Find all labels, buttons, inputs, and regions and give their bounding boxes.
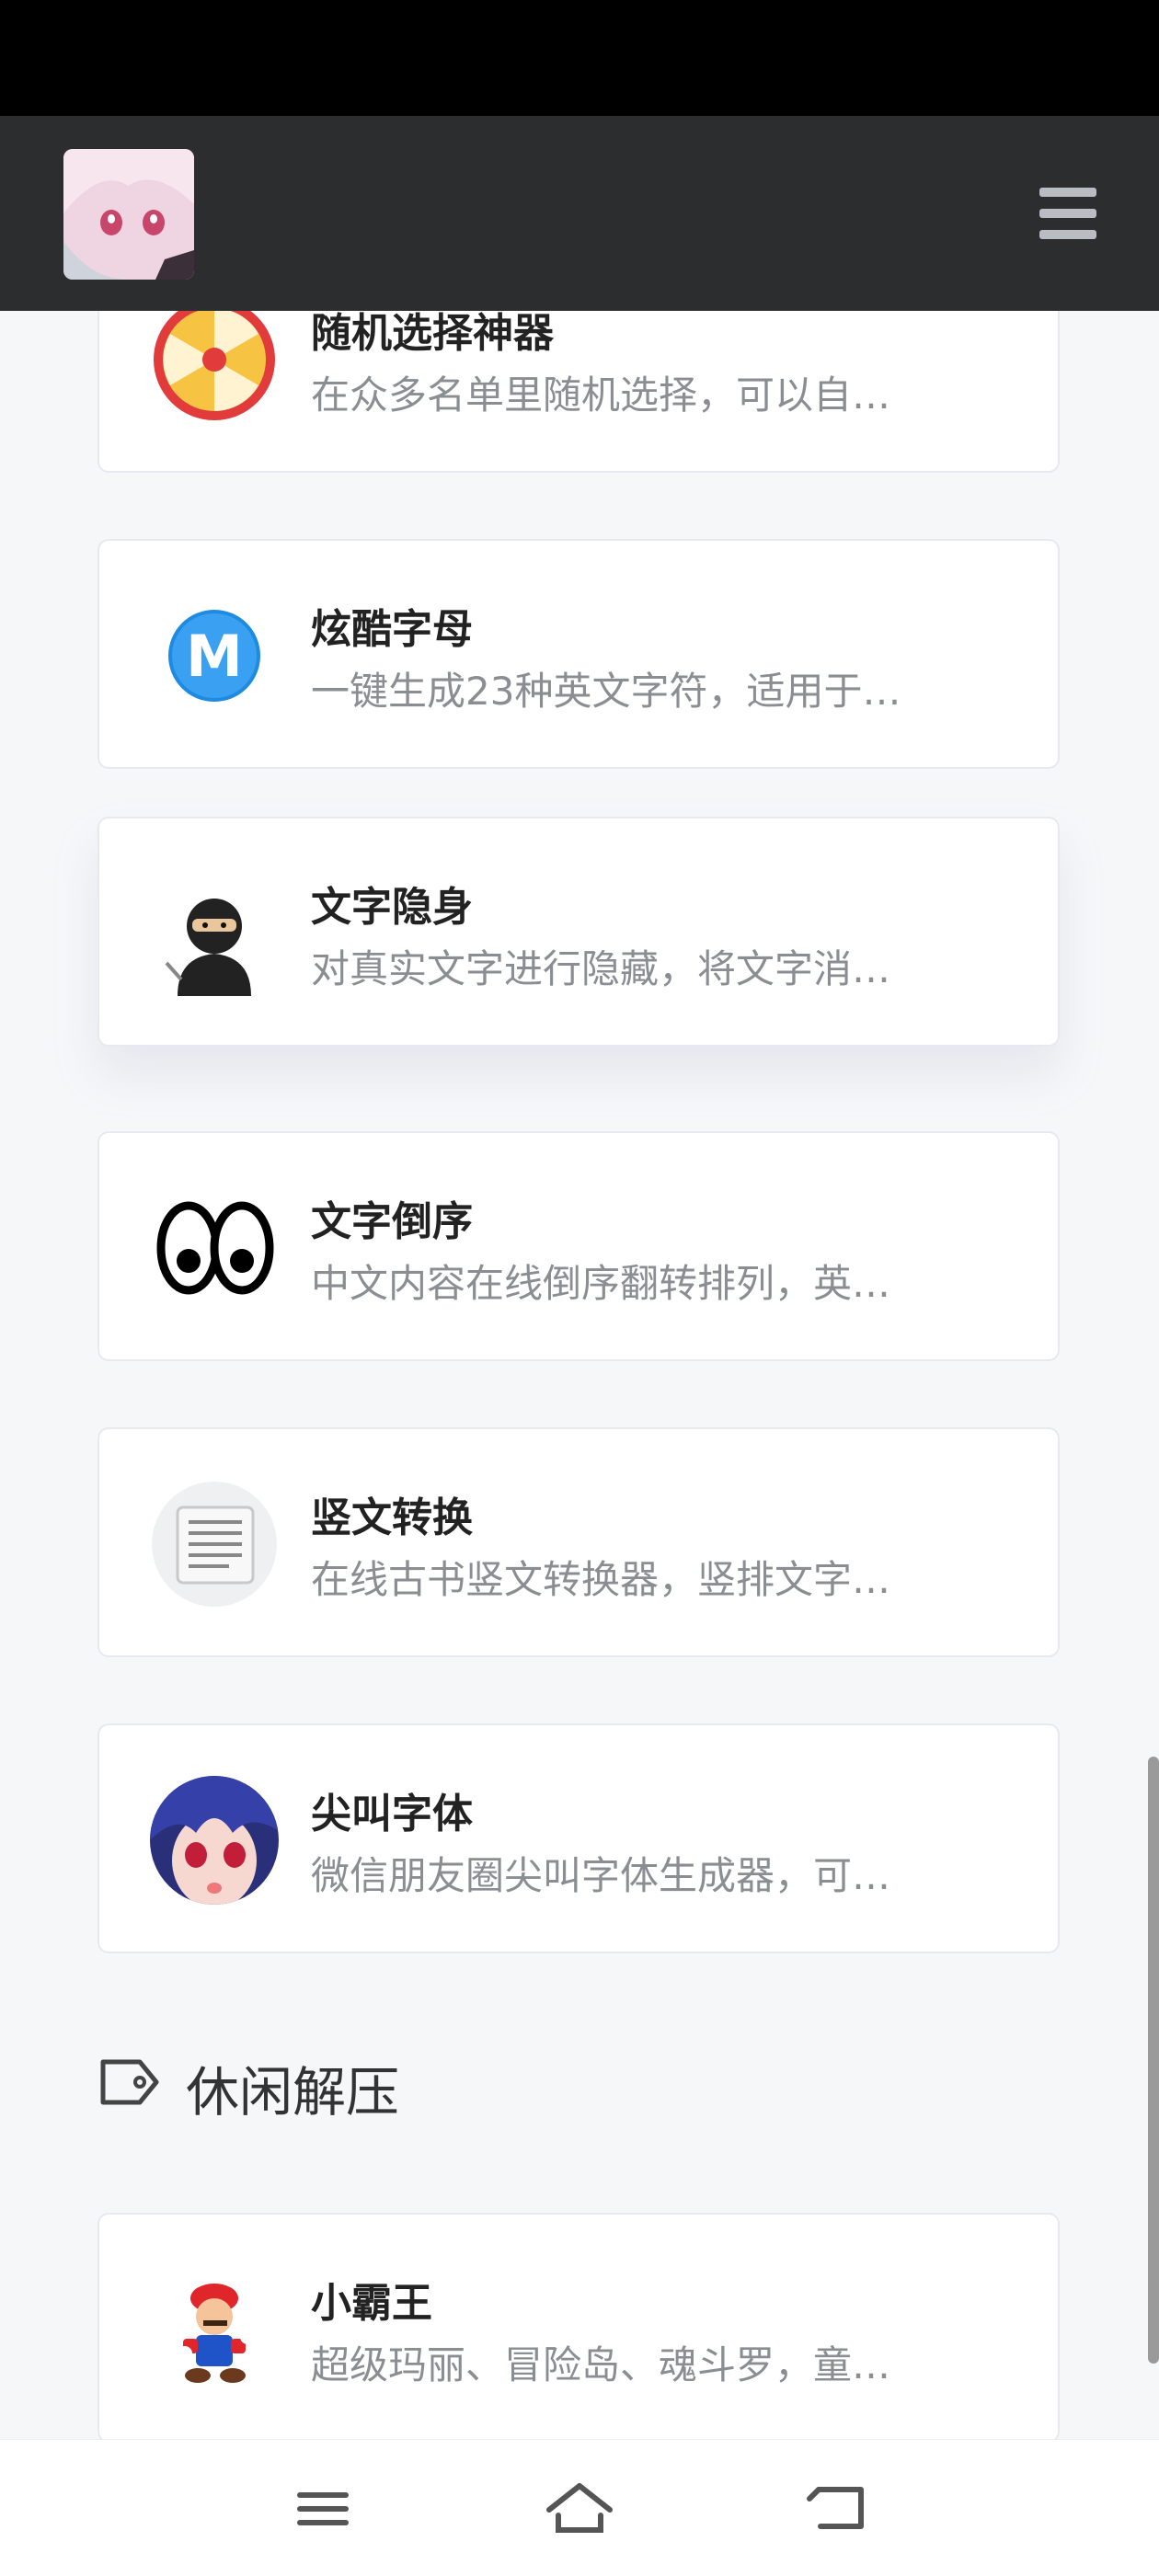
list-item[interactable]: 小霸王 超级玛丽、冒险岛、魂斗罗，童…: [98, 2213, 1060, 2443]
mario-icon: [150, 2265, 279, 2394]
card-description: 对真实文字进行隐藏，将文字消…: [311, 946, 891, 991]
hamburger-menu-icon[interactable]: [1039, 188, 1096, 239]
list-item[interactable]: M 炫酷字母 一键生成23种英文字符，适用于…: [98, 539, 1060, 769]
svg-text:M: M: [186, 623, 243, 690]
card-title: 小霸王: [311, 2280, 432, 2327]
home-icon[interactable]: [538, 2477, 621, 2541]
card-description: 一键生成23种英文字符，适用于…: [311, 669, 901, 714]
card-title: 尖叫字体: [311, 1791, 473, 1838]
anime-face-icon: [150, 1776, 279, 1905]
ninja-icon: [150, 869, 279, 998]
scrollbar[interactable]: [1148, 1757, 1159, 2364]
app-header: [0, 116, 1159, 311]
card-description: 在众多名单里随机选择，可以自…: [311, 372, 891, 418]
list-item[interactable]: 文字倒序 中文内容在线倒序翻转排列，英…: [98, 1131, 1060, 1361]
nav-menu-icon[interactable]: [281, 2477, 364, 2541]
spin-wheel-icon: [150, 295, 279, 424]
card-description: 中文内容在线倒序翻转排列，英…: [311, 1261, 891, 1306]
card-description: 在线古书竖文转换器，竖排文字…: [311, 1557, 891, 1602]
back-icon[interactable]: [797, 2477, 879, 2541]
card-title: 竖文转换: [311, 1494, 473, 1541]
list-item[interactable]: 文字隐身 对真实文字进行隐藏，将文字消…: [98, 817, 1060, 1047]
status-bar: [0, 0, 1159, 116]
card-title: 文字隐身: [311, 884, 473, 931]
card-title: 文字倒序: [311, 1198, 473, 1245]
tag-icon: [100, 2059, 159, 2105]
letter-m-icon: M: [150, 591, 279, 720]
section-label: 休闲解压: [186, 2061, 400, 2124]
avatar[interactable]: [63, 149, 194, 280]
card-description: 微信朋友圈尖叫字体生成器，可…: [311, 1853, 891, 1898]
list-item[interactable]: 尖叫字体 微信朋友圈尖叫字体生成器，可…: [98, 1723, 1060, 1953]
list-item[interactable]: 竖文转换 在线古书竖文转换器，竖排文字…: [98, 1427, 1060, 1657]
system-nav-bar: [0, 2439, 1159, 2576]
eyes-icon: [150, 1184, 279, 1312]
scroll-document-icon: [150, 1480, 279, 1609]
card-description: 超级玛丽、冒险岛、魂斗罗，童…: [311, 2342, 891, 2387]
card-title: 炫酷字母: [311, 606, 473, 653]
